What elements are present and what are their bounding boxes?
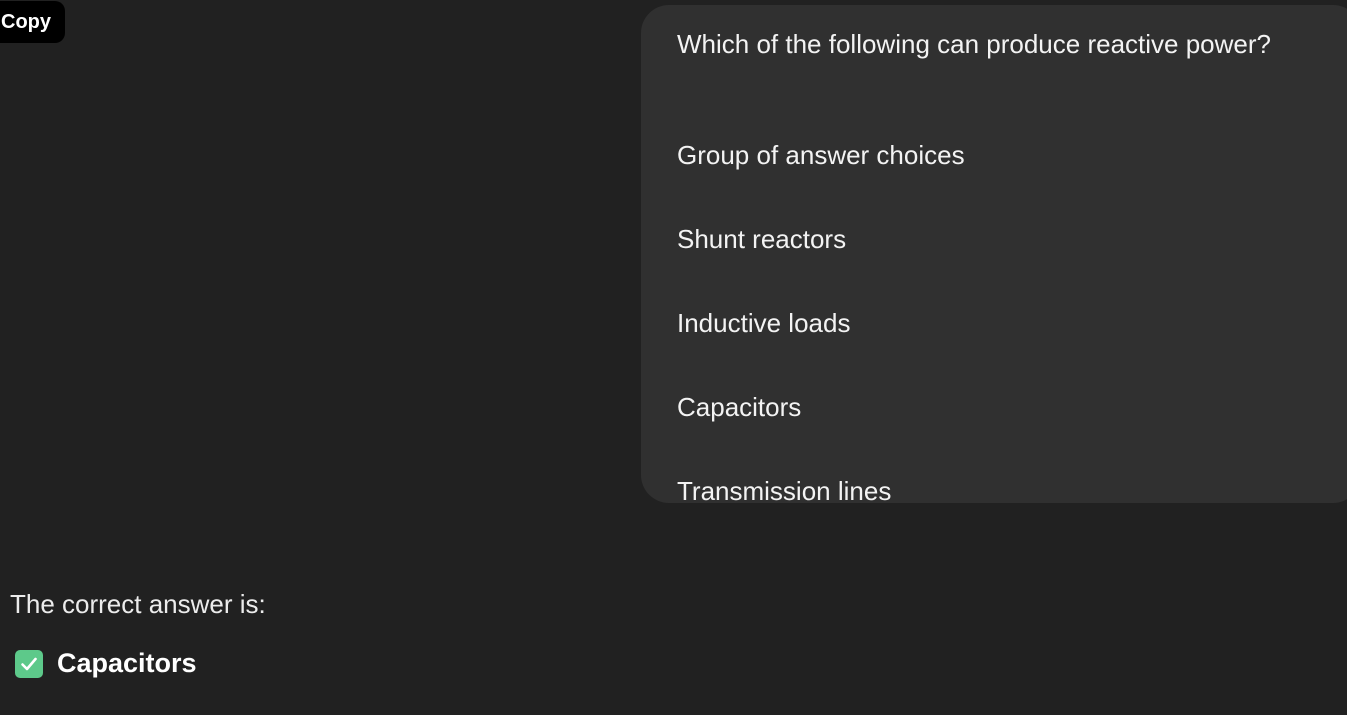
group-label: Group of answer choices [677, 140, 965, 170]
answer-choice: Shunt reactors [677, 224, 847, 254]
assistant-intro-text: The correct answer is: [10, 589, 266, 619]
user-message-bubble: Which of the following can produce react… [641, 5, 1347, 506]
assistant-message: The correct answer is: Capacitors [10, 586, 266, 679]
answer-choice: Capacitors [677, 392, 802, 422]
assistant-answer: Capacitors [15, 648, 266, 679]
question-text: Which of the following can produce react… [677, 29, 1271, 59]
answer-choice: Transmission lines [677, 476, 892, 506]
answer-choice: Inductive loads [677, 308, 851, 338]
chat-view: Copy Which of the following can produce … [0, 0, 1347, 715]
check-mark-button-icon [15, 649, 43, 678]
answer-text: Capacitors [57, 648, 197, 678]
copy-button[interactable]: Copy [0, 1, 65, 43]
